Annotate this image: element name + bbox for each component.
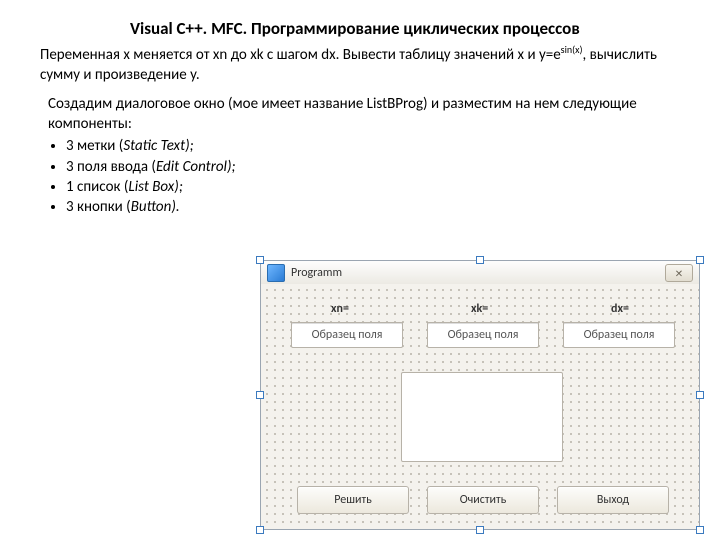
exit-button[interactable]: Выход [557, 486, 669, 514]
resize-handle[interactable] [476, 256, 484, 264]
edit-xn[interactable]: Образец поля [291, 322, 403, 348]
solve-button[interactable]: Решить [297, 486, 409, 514]
label-xn: xn= [331, 302, 349, 316]
intro-paragraph: Создадим диалоговое окно (мое имеет назв… [48, 95, 680, 134]
resize-handle[interactable] [696, 526, 704, 534]
edit-dx[interactable]: Образец поля [563, 322, 675, 348]
task-sup: sin(x) [561, 43, 583, 56]
app-icon [267, 264, 285, 282]
list-item: 3 метки (Static Text); [66, 136, 680, 156]
dialog-title: Programm [291, 266, 342, 280]
task-paragraph: Переменная x меняется от xn до xk с шаго… [40, 43, 680, 85]
label-dx: dx= [611, 302, 629, 316]
listbox[interactable] [401, 372, 563, 462]
task-text-1: Переменная x меняется от xn до xk с шаго… [40, 46, 561, 64]
list-item: 3 кнопки (Button). [66, 197, 680, 217]
resize-handle[interactable] [256, 256, 264, 264]
dialog-designer: Programm ✕ xn= xk= dx= Образец поля Обра… [260, 260, 700, 530]
slide-title: Visual C++. MFC. Программирование циклич… [130, 18, 610, 39]
close-icon[interactable]: ✕ [665, 264, 693, 282]
resize-handle[interactable] [696, 256, 704, 264]
list-item: 1 список (List Box); [66, 177, 680, 197]
resize-handle[interactable] [256, 391, 264, 399]
clear-button[interactable]: Очистить [427, 486, 539, 514]
resize-handle[interactable] [476, 526, 484, 534]
list-item: 3 поля ввода (Edit Control); [66, 157, 680, 177]
label-xk: xk= [471, 302, 488, 316]
resize-handle[interactable] [696, 391, 704, 399]
resize-handle[interactable] [256, 526, 264, 534]
edit-xk[interactable]: Образец поля [427, 322, 539, 348]
component-list: 3 метки (Static Text); 3 поля ввода (Edi… [40, 136, 680, 217]
dialog-client-area[interactable]: xn= xk= dx= Образец поля Образец поля Об… [260, 284, 700, 530]
